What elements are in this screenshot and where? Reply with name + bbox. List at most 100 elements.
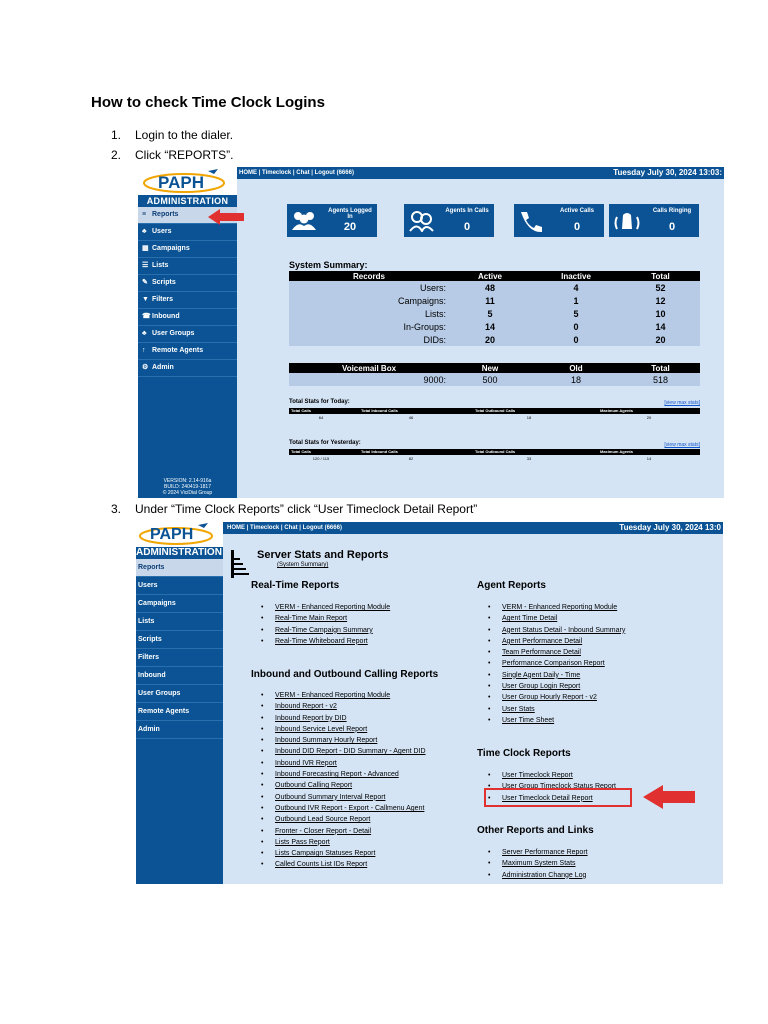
table-row: Lists: 5 5 10	[289, 307, 700, 320]
list-item[interactable]: Inbound Summary Hourly Report	[261, 735, 426, 746]
list-item[interactable]: Outbound Summary Interval Report	[261, 792, 426, 803]
list-item[interactable]: VERM - Enhanced Reporting Module	[488, 602, 625, 613]
today-stats-header: Total Calls Total Inbound Calls Total Ou…	[289, 408, 700, 414]
list-item[interactable]: Inbound Forecasting Report - Advanced	[261, 769, 426, 780]
table-row: Users: 48 4 52	[289, 281, 700, 294]
table-row: In-Groups: 14 0 14	[289, 320, 700, 333]
sidebar: Reports Users Campaigns Lists Scripts Fi…	[136, 559, 223, 884]
sidebar-item-admin[interactable]: Admin	[136, 721, 223, 739]
inbound-icon: ☎	[142, 313, 151, 320]
campaigns-icon: ▦	[142, 245, 149, 252]
list-item[interactable]: Performance Comparison Report	[488, 658, 625, 669]
table-row: 9000: 500 18 518	[289, 373, 700, 386]
list-item[interactable]: Real-Time Main Report	[261, 613, 390, 624]
view-max-stats-link[interactable]: [view max stats]	[664, 442, 700, 448]
agent-reports-list: VERM - Enhanced Reporting Module Agent T…	[488, 602, 625, 726]
remote-agents-icon: ↑	[142, 347, 146, 354]
sidebar-item-reports[interactable]: Reports	[136, 559, 223, 577]
tile-active-calls: Active Calls 0	[514, 204, 604, 237]
other-reports-list: Server Performance Report Maximum System…	[488, 847, 588, 881]
system-summary-table: Records Active Inactive Total Users: 48 4 5…	[289, 271, 700, 346]
list-item[interactable]: Administration Change Log	[488, 870, 588, 881]
time-clock-reports-heading: Time Clock Reports	[477, 748, 571, 759]
step-2: 2. Click “REPORTS”.	[111, 148, 234, 162]
sidebar-item-filters[interactable]: Filters	[136, 649, 223, 667]
system-summary-link[interactable]: (System Summary)	[277, 562, 328, 568]
table-row: DIDs: 20 0 20	[289, 333, 700, 346]
sidebar-item-campaigns[interactable]: Campaigns	[136, 595, 223, 613]
list-item[interactable]: Called Counts List IDs Report	[261, 859, 426, 870]
sidebar-item-remote-agents[interactable]: ↑ Remote Agents	[138, 343, 237, 360]
sidebar-item-users[interactable]: Users	[136, 577, 223, 595]
list-item[interactable]: User Stats	[488, 704, 625, 715]
list-item[interactable]: Server Performance Report	[488, 847, 588, 858]
list-item[interactable]: Lists Campaign Statuses Report	[261, 848, 426, 859]
document-title: How to check Time Clock Logins	[91, 94, 325, 111]
ringing-icon	[614, 213, 640, 230]
list-item[interactable]: Outbound IVR Report - Export - Callmenu …	[261, 803, 426, 814]
screenshot-dashboard: PAPH ADMINISTRATION ≡ Reports ♣ Users ▦ Cam…	[138, 167, 724, 498]
list-item[interactable]: Fronter - Closer Report - Detail	[261, 826, 426, 837]
list-item[interactable]: User Timeclock Report	[488, 770, 616, 781]
list-item[interactable]: User Time Sheet	[488, 715, 625, 726]
sidebar-item-scripts[interactable]: ✎ Scripts	[138, 275, 237, 292]
phone-icon	[521, 212, 542, 233]
sidebar-item-inbound[interactable]: ☎Inbound	[138, 309, 237, 326]
admin-label: ADMINISTRATION	[136, 547, 223, 559]
list-item[interactable]: Agent Performance Detail	[488, 636, 625, 647]
system-summary-title: System Summary:	[289, 260, 368, 270]
top-bar: HOME | Timeclock | Chat | Logout (6666) …	[223, 522, 723, 534]
sidebar-item-admin[interactable]: ⚙ Admin	[138, 360, 237, 377]
list-item[interactable]: Maximum System Stats	[488, 858, 588, 869]
sidebar-item-campaigns[interactable]: ▦ Campaigns	[138, 241, 237, 258]
step-1: 1. Login to the dialer.	[111, 128, 234, 142]
datetime: Tuesday July 30, 2024 13:03:	[613, 168, 722, 177]
sidebar-item-lists[interactable]: ☰ Lists	[138, 258, 237, 275]
sidebar-item-user-groups[interactable]: User Groups	[136, 685, 223, 703]
sidebar-item-remote-agents[interactable]: Remote Agents	[136, 703, 223, 721]
reports-icon: ≡	[142, 211, 147, 218]
top-links[interactable]: HOME | Timeclock | Chat | Logout (6666)	[227, 522, 342, 534]
list-item[interactable]: Inbound IVR Report	[261, 758, 426, 769]
realtime-reports-heading: Real-Time Reports	[251, 580, 340, 591]
scripts-icon: ✎	[142, 279, 148, 286]
top-links[interactable]: HOME | Timeclock | Chat | Logout (6666)	[239, 167, 354, 179]
list-item[interactable]: User Group Login Report	[488, 681, 625, 692]
list-item[interactable]: Inbound Service Level Report	[261, 724, 426, 735]
inbound-outbound-heading: Inbound and Outbound Calling Reports	[251, 669, 439, 680]
sidebar-item-inbound[interactable]: Inbound	[136, 667, 223, 685]
list-item[interactable]: VERM - Enhanced Reporting Module	[261, 602, 390, 613]
yesterday-stats-values: 120 / 115 82 33 14	[312, 456, 652, 461]
sidebar-item-users[interactable]: ♣ Users	[138, 224, 237, 241]
screenshot-reports: PAPH ADMINISTRATION Reports Users Campai…	[136, 522, 723, 884]
page-title: Server Stats and Reports	[257, 549, 389, 561]
sidebar-item-scripts[interactable]: Scripts	[136, 631, 223, 649]
sidebar-item-filters[interactable]: ▼ Filters	[138, 292, 237, 309]
list-item[interactable]: Single Agent Daily - Time	[488, 670, 625, 681]
list-item[interactable]: Inbound Report by DID	[261, 713, 426, 724]
list-item[interactable]: Inbound DID Report - DID Summary - Agent…	[261, 746, 426, 757]
list-item[interactable]: Outbound Lead Source Report	[261, 814, 426, 825]
realtime-reports-list: VERM - Enhanced Reporting Module Real-Ti…	[261, 602, 390, 647]
list-item[interactable]: User Group Hourly Report - v2	[488, 692, 625, 703]
list-item[interactable]: Real-Time Campaign Summary	[261, 625, 390, 636]
list-item[interactable]: Real-Time Whiteboard Report	[261, 636, 390, 647]
filter-icon: ▼	[142, 296, 149, 303]
today-stats-title: Total Stats for Today:	[289, 399, 350, 405]
admin-label: ADMINISTRATION	[138, 195, 237, 207]
agent-reports-heading: Agent Reports	[477, 580, 546, 591]
step-3: 3. Under “Time Clock Reports” click “User…	[111, 502, 478, 516]
list-item[interactable]: Inbound Report - v2	[261, 701, 426, 712]
list-item[interactable]: Team Performance Detail	[488, 647, 625, 658]
list-item[interactable]: Outbound Calling Report	[261, 780, 426, 791]
lists-icon: ☰	[142, 262, 149, 269]
sidebar-item-lists[interactable]: Lists	[136, 613, 223, 631]
view-max-stats-link[interactable]: [view max stats]	[664, 400, 700, 406]
list-item[interactable]: Lists Pass Report	[261, 837, 426, 848]
list-item[interactable]: VERM - Enhanced Reporting Module	[261, 690, 426, 701]
list-item[interactable]: Agent Status Detail - Inbound Summary	[488, 625, 625, 636]
tile-calls-ringing: Calls Ringing 0	[609, 204, 699, 237]
list-item[interactable]: Agent Time Detail	[488, 613, 625, 624]
sidebar-item-user-groups[interactable]: ♣ User Groups	[138, 326, 237, 343]
highlight-box	[484, 788, 632, 807]
